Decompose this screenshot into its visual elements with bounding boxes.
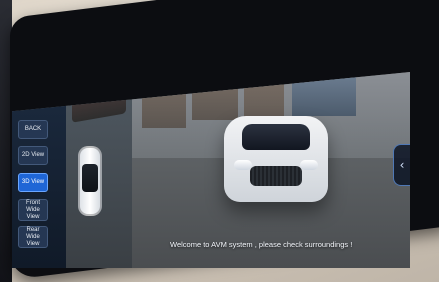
3d-view-button[interactable]: 3D View <box>18 173 48 192</box>
collapse-tab[interactable]: ‹ <box>393 144 410 186</box>
suv-windshield <box>242 124 310 150</box>
suv-grille <box>250 166 302 186</box>
back-button[interactable]: BACK <box>18 120 48 139</box>
suv-3d-model <box>224 116 328 202</box>
camera-view: ‹ <box>132 72 410 268</box>
2d-view-button[interactable]: 2D View <box>18 146 48 165</box>
top-down-car <box>78 146 102 216</box>
headlight <box>300 160 318 170</box>
chevron-left-icon: ‹ <box>399 158 405 172</box>
front-wide-view-button[interactable]: Front Wide View <box>18 199 48 221</box>
status-message: Welcome to AVM system , please check sur… <box>170 240 353 249</box>
rear-wide-view-button[interactable]: Rear Wide View <box>18 226 48 248</box>
headlight <box>234 160 252 170</box>
